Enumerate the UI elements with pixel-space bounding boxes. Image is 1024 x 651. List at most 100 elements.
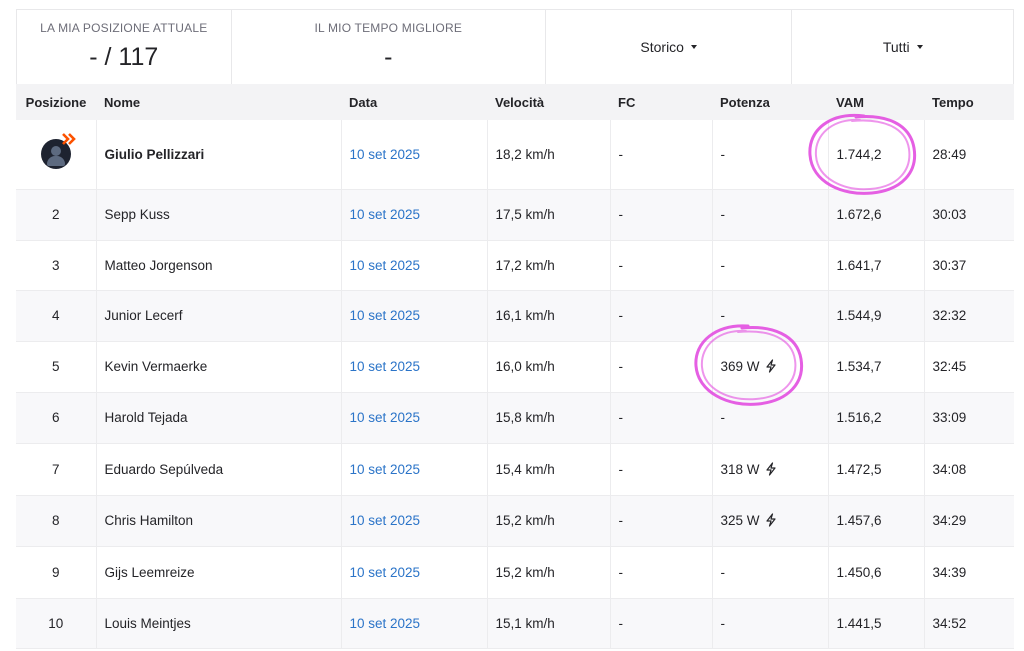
hr-cell: - bbox=[609, 290, 712, 342]
speed-cell: 16,0 km/h bbox=[486, 341, 610, 393]
athlete-name-link[interactable]: Giulio Pellizzari bbox=[105, 147, 205, 162]
column-header-power[interactable]: Potenza bbox=[712, 84, 828, 120]
column-header-date[interactable]: Data bbox=[341, 84, 487, 120]
vam-cell: 1.472,5 bbox=[827, 443, 924, 496]
speed-cell: 15,2 km/h bbox=[486, 546, 610, 599]
athlete-name-link[interactable]: Matteo Jorgenson bbox=[105, 258, 213, 273]
avatar[interactable] bbox=[40, 133, 76, 170]
activity-date-link[interactable]: 10 set 2025 bbox=[350, 462, 421, 477]
vam-cell: 1.450,6 bbox=[827, 546, 924, 599]
activity-date-link[interactable]: 10 set 2025 bbox=[350, 359, 421, 374]
hr-cell: - bbox=[609, 120, 712, 190]
time-cell: 30:03 bbox=[923, 189, 1014, 241]
time-cell: 28:49 bbox=[923, 120, 1014, 190]
position-cell: 1 bbox=[16, 120, 96, 190]
hr-cell: - bbox=[609, 392, 712, 444]
power-cell: - bbox=[711, 120, 828, 190]
time-cell: 34:52 bbox=[923, 598, 1014, 649]
activity-date-link[interactable]: 10 set 2025 bbox=[350, 207, 421, 222]
power-cell: - bbox=[711, 392, 828, 444]
activity-date-link[interactable]: 10 set 2025 bbox=[350, 410, 421, 425]
column-header-position[interactable]: Posizione bbox=[16, 84, 96, 120]
hr-cell: - bbox=[609, 598, 712, 649]
power-value: - bbox=[720, 615, 726, 631]
power-value: 318 W bbox=[720, 461, 760, 477]
crown-chevrons-icon bbox=[61, 133, 76, 146]
best-time-box: IL MIO TEMPO MIGLIORE - bbox=[232, 10, 546, 84]
athlete-name-link[interactable]: Louis Meintjes bbox=[105, 616, 191, 631]
hr-cell: - bbox=[609, 189, 712, 241]
table-row: 9 Gijs Leemreize 10 set 2025 15,2 km/h - -1.4… bbox=[16, 546, 1014, 599]
speed-cell: 17,2 km/h bbox=[486, 240, 610, 291]
power-cell: 318 W bbox=[711, 443, 828, 496]
power-cell: - bbox=[711, 598, 828, 649]
column-header-hr[interactable]: FC bbox=[610, 84, 712, 120]
position-cell: 3 bbox=[16, 240, 96, 291]
vam-cell: 1.534,7 bbox=[827, 341, 924, 393]
hr-cell: - bbox=[609, 341, 712, 393]
position-cell: 2 bbox=[16, 189, 96, 241]
power-cell: - bbox=[711, 290, 828, 342]
position-cell: 7 bbox=[16, 443, 96, 496]
current-position-value: - / 117 bbox=[89, 43, 159, 71]
athlete-name-link[interactable]: Harold Tejada bbox=[105, 410, 188, 425]
lightning-bolt-icon bbox=[765, 513, 776, 527]
athlete-name-link[interactable]: Eduardo Sepúlveda bbox=[105, 462, 224, 477]
table-row: 1Giulio Pellizzari10 set 202518,2 km/h--… bbox=[16, 120, 1014, 190]
table-header-row: Posizione Nome Data Velocità FC Potenza … bbox=[16, 84, 1014, 120]
athlete-name-link[interactable]: Junior Lecerf bbox=[105, 308, 183, 323]
power-value: 369 W bbox=[720, 359, 760, 374]
column-header-name[interactable]: Nome bbox=[96, 84, 341, 120]
position-cell: 9 bbox=[16, 546, 96, 599]
best-time-value: - bbox=[384, 43, 393, 71]
period-filter-dropdown[interactable]: Storico bbox=[546, 10, 793, 84]
position-cell: 10 bbox=[16, 598, 96, 649]
table-row: 3 Matteo Jorgenson 10 set 2025 17,2 km/h - -1… bbox=[16, 240, 1014, 291]
power-cell: 325 W bbox=[711, 495, 828, 547]
table-row: 4 Junior Lecerf 10 set 2025 16,1 km/h - -1.54… bbox=[16, 290, 1014, 342]
power-value: - bbox=[720, 146, 726, 162]
column-header-vam[interactable]: VAM bbox=[828, 84, 924, 120]
speed-cell: 15,1 km/h bbox=[486, 598, 610, 649]
time-cell: 34:29 bbox=[923, 495, 1014, 547]
activity-date-link[interactable]: 10 set 2025 bbox=[350, 616, 421, 631]
chevron-down-icon bbox=[916, 45, 923, 49]
hr-cell: - bbox=[609, 240, 712, 291]
vam-cell: 1.457,6 bbox=[827, 495, 924, 547]
activity-date-link[interactable]: 10 set 2025 bbox=[350, 308, 421, 323]
table-row: 5 Kevin Vermaerke 10 set 2025 16,0 km/h -369… bbox=[16, 341, 1014, 393]
vam-cell: 1.744,2 bbox=[827, 120, 924, 190]
table-row: 2 Sepp Kuss 10 set 2025 17,5 km/h - -1.672,6 3… bbox=[16, 189, 1014, 241]
chevron-down-icon bbox=[690, 45, 697, 49]
activity-date-link[interactable]: 10 set 2025 bbox=[350, 258, 421, 273]
current-position-box: LA MIA POSIZIONE ATTUALE - / 117 bbox=[17, 10, 232, 84]
activity-date-link[interactable]: 10 set 2025 bbox=[350, 147, 421, 162]
power-cell: - bbox=[711, 546, 828, 599]
hr-cell: - bbox=[609, 443, 712, 496]
column-header-speed[interactable]: Velocità bbox=[487, 84, 610, 120]
speed-cell: 16,1 km/h bbox=[486, 290, 610, 342]
group-filter-dropdown[interactable]: Tutti bbox=[792, 10, 1013, 84]
table-row: 10 Louis Meintjes 10 set 2025 15,1 km/h - -1.… bbox=[16, 598, 1014, 649]
power-cell: 369 W bbox=[711, 341, 828, 393]
speed-cell: 15,2 km/h bbox=[486, 495, 610, 547]
column-header-time[interactable]: Tempo bbox=[924, 84, 1014, 120]
table-row: 7 Eduardo Sepúlveda 10 set 2025 15,4 km/h -3… bbox=[16, 443, 1014, 496]
athlete-name-link[interactable]: Chris Hamilton bbox=[105, 513, 194, 528]
athlete-name-link[interactable]: Kevin Vermaerke bbox=[105, 359, 208, 374]
speed-cell: 15,8 km/h bbox=[486, 392, 610, 444]
period-filter-label: Storico bbox=[640, 39, 684, 55]
stats-bar: LA MIA POSIZIONE ATTUALE - / 117 IL MIO … bbox=[16, 9, 1014, 84]
power-cell: - bbox=[711, 240, 828, 291]
athlete-name-link[interactable]: Sepp Kuss bbox=[105, 207, 170, 222]
hr-cell: - bbox=[609, 495, 712, 547]
activity-date-link[interactable]: 10 set 2025 bbox=[350, 565, 421, 580]
speed-cell: 15,4 km/h bbox=[486, 443, 610, 496]
time-cell: 33:09 bbox=[923, 392, 1014, 444]
vam-cell: 1.441,5 bbox=[827, 598, 924, 649]
lightning-bolt-icon bbox=[765, 461, 776, 476]
table-row: 6 Harold Tejada 10 set 2025 15,8 km/h - -1.51… bbox=[16, 392, 1014, 444]
athlete-name-link[interactable]: Gijs Leemreize bbox=[105, 565, 195, 580]
activity-date-link[interactable]: 10 set 2025 bbox=[350, 513, 421, 528]
speed-cell: 18,2 km/h bbox=[486, 120, 610, 190]
